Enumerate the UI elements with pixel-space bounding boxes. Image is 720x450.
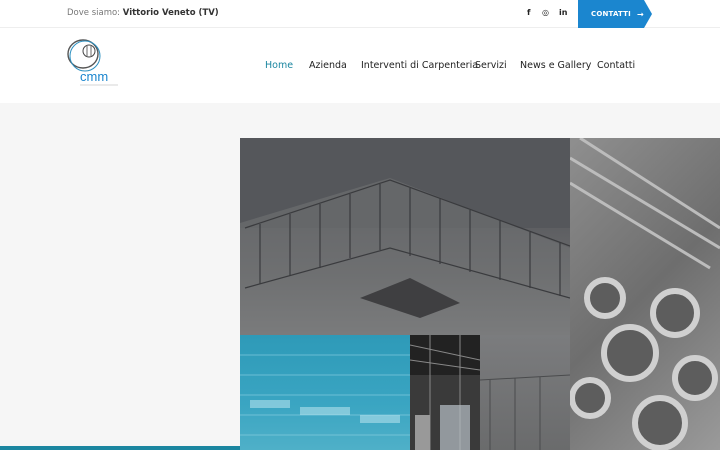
nav-news-gallery[interactable]: News e Gallery	[520, 60, 591, 71]
top-bar: Dove siamo: Vittorio Veneto (TV) f ◎ in …	[0, 0, 720, 28]
cmm-logo[interactable]: cmm	[66, 36, 122, 94]
instagram-icon[interactable]: ◎	[542, 8, 549, 17]
nav-azienda[interactable]: Azienda	[309, 60, 347, 71]
warehouse-structure-image	[480, 335, 570, 450]
location-label: Dove siamo:	[67, 8, 121, 18]
steel-pipes-image	[570, 138, 720, 450]
location-value: Vittorio Veneto (TV)	[122, 8, 219, 18]
workshop-blue-image	[240, 335, 410, 450]
arrow-right-icon: →	[636, 9, 644, 19]
factory-interior-image	[410, 335, 480, 450]
nav-home[interactable]: Home	[265, 60, 293, 71]
nav-interventi[interactable]: Interventi di Carpenteria	[361, 60, 478, 71]
facebook-icon[interactable]: f	[527, 8, 530, 17]
contact-button-label: CONTATTI	[591, 10, 631, 18]
logo-text: cmm	[80, 69, 108, 84]
accent-divider	[0, 446, 240, 450]
nav-contatti[interactable]: Contatti	[597, 60, 635, 71]
steel-structure-image	[240, 138, 570, 335]
nav-servizi[interactable]: Servizi	[475, 60, 507, 71]
contact-button[interactable]: CONTATTI →	[578, 0, 652, 28]
location-info: Dove siamo: Vittorio Veneto (TV)	[67, 8, 219, 18]
linkedin-icon[interactable]: in	[559, 8, 567, 17]
